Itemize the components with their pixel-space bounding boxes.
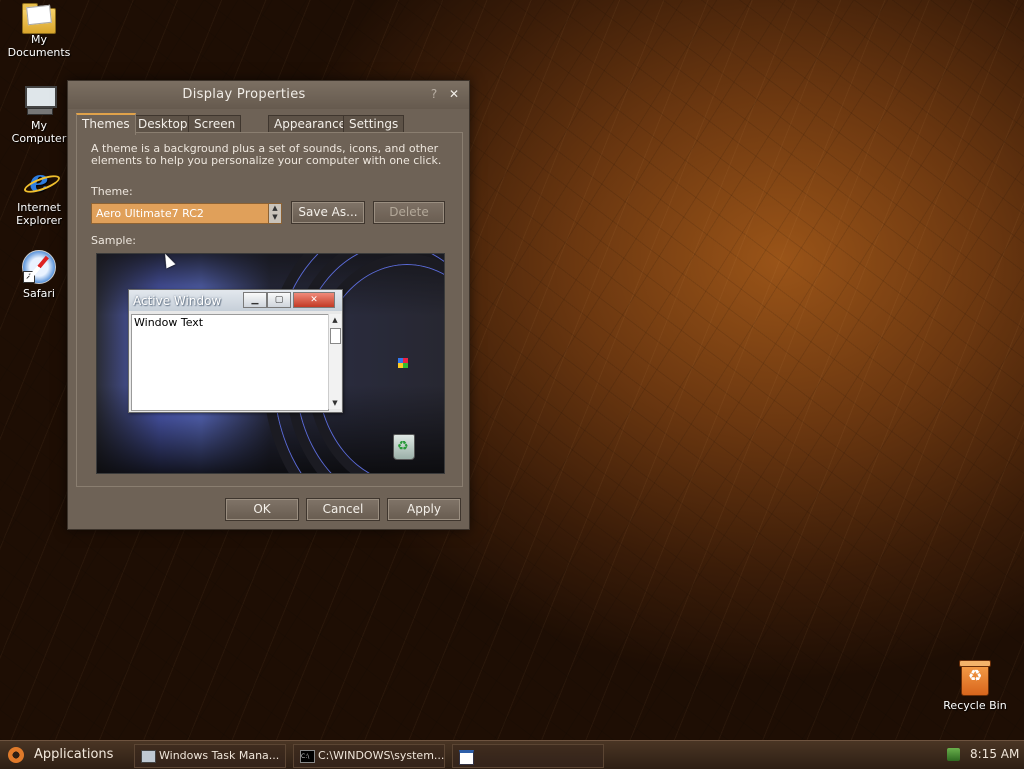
window-icon — [459, 750, 474, 765]
internet-explorer-icon: e — [23, 166, 55, 198]
sample-window-title: Active Window — [133, 294, 222, 308]
save-as-button[interactable]: Save As... — [291, 201, 365, 224]
desktop-icon-my-computer[interactable]: My Computer — [1, 84, 77, 145]
dialog-title: Display Properties — [182, 87, 306, 102]
sample-window-body: Window Text — [131, 314, 329, 411]
recycle-bin-icon — [959, 660, 991, 696]
close-button[interactable]: ✕ — [446, 86, 462, 102]
taskbar-item-window[interactable] — [452, 744, 604, 768]
applications-menu-button[interactable]: Applications — [4, 744, 113, 766]
cancel-button[interactable]: Cancel — [306, 498, 380, 521]
desktop-icon-my-documents[interactable]: My Documents — [1, 3, 77, 59]
tab-themes[interactable]: Themes — [76, 113, 136, 135]
applications-label: Applications — [34, 747, 114, 762]
desktop-icon-label: My Documents — [7, 33, 71, 59]
themes-description: A theme is a background plus a set of so… — [91, 142, 442, 167]
minimize-icon: ▁ — [243, 292, 267, 308]
apply-button[interactable]: Apply — [387, 498, 461, 521]
theme-dropdown-value: Aero Ultimate7 RC2 — [96, 207, 204, 220]
desktop-icon-safari[interactable]: ↗ Safari — [1, 250, 77, 300]
sample-recycle-bin-icon — [393, 434, 415, 460]
sample-active-window: Active Window ▁ ▢ ✕ Window Text ▲ ▼ — [128, 289, 343, 413]
desktop-icon-recycle-bin[interactable]: Recycle Bin — [937, 660, 1013, 712]
theme-sample-preview: Active Window ▁ ▢ ✕ Window Text ▲ ▼ — [96, 253, 445, 474]
taskbar-clock[interactable]: 8:15 AM — [970, 747, 1019, 761]
themes-tab-panel: A theme is a background plus a set of so… — [76, 132, 463, 487]
taskbar-item-command-prompt[interactable]: C:\ C:\WINDOWS\system... — [293, 744, 445, 768]
taskbar: Applications Windows Task Mana... C:\ C:… — [0, 740, 1024, 769]
shortcut-arrow-icon: ↗ — [23, 271, 35, 283]
folder-icon — [22, 3, 56, 34]
safari-compass-icon: ↗ — [22, 250, 56, 284]
desktop-icon-label: Internet Explorer — [16, 201, 62, 227]
computer-icon — [23, 84, 57, 116]
sample-label: Sample: — [91, 234, 136, 247]
tab-appearance[interactable]: Appearance — [268, 115, 353, 133]
taskbar-item-label: C:\WINDOWS\system... — [318, 749, 445, 762]
dropdown-spinner-icon[interactable]: ▲ ▼ — [268, 204, 281, 223]
ok-button[interactable]: OK — [225, 498, 299, 521]
display-properties-dialog: Display Properties ? ✕ Themes Desktop Sc… — [67, 80, 470, 530]
tab-desktop[interactable]: Desktop — [132, 115, 194, 133]
network-tray-icon[interactable] — [947, 748, 960, 761]
desktop-icon-label: Safari — [23, 287, 55, 300]
sample-scrollbar: ▲ ▼ — [328, 314, 341, 409]
sample-window-text: Window Text — [134, 316, 204, 329]
scroll-thumb — [330, 328, 341, 344]
scroll-up-icon: ▲ — [332, 316, 338, 324]
theme-label: Theme: — [91, 185, 133, 198]
tab-screen-saver[interactable]: Screen Saver — [188, 115, 242, 148]
help-button[interactable]: ? — [426, 86, 442, 102]
theme-dropdown[interactable]: Aero Ultimate7 RC2 ▲ ▼ — [91, 203, 282, 224]
desktop-icon-label: Recycle Bin — [943, 699, 1007, 712]
desktop-icon-internet-explorer[interactable]: e Internet Explorer — [1, 166, 77, 228]
taskbar-item-label: Windows Task Mana... — [159, 749, 280, 762]
delete-button[interactable]: Delete — [373, 201, 445, 224]
dialog-titlebar[interactable]: Display Properties ? ✕ — [68, 81, 469, 109]
windows-flag-icon — [398, 358, 408, 368]
scroll-down-icon: ▼ — [332, 399, 338, 407]
close-icon: ✕ — [293, 292, 335, 308]
taskbar-item-task-manager[interactable]: Windows Task Mana... — [134, 744, 286, 768]
sample-window-titlebar: Active Window ▁ ▢ ✕ — [129, 290, 342, 311]
command-prompt-icon: C:\ — [300, 750, 315, 763]
tab-settings[interactable]: Settings — [343, 115, 405, 133]
ubuntu-logo-icon — [8, 747, 24, 763]
desktop-icon-label: My Computer — [11, 119, 67, 145]
maximize-icon: ▢ — [267, 292, 291, 308]
task-manager-icon — [141, 750, 156, 763]
